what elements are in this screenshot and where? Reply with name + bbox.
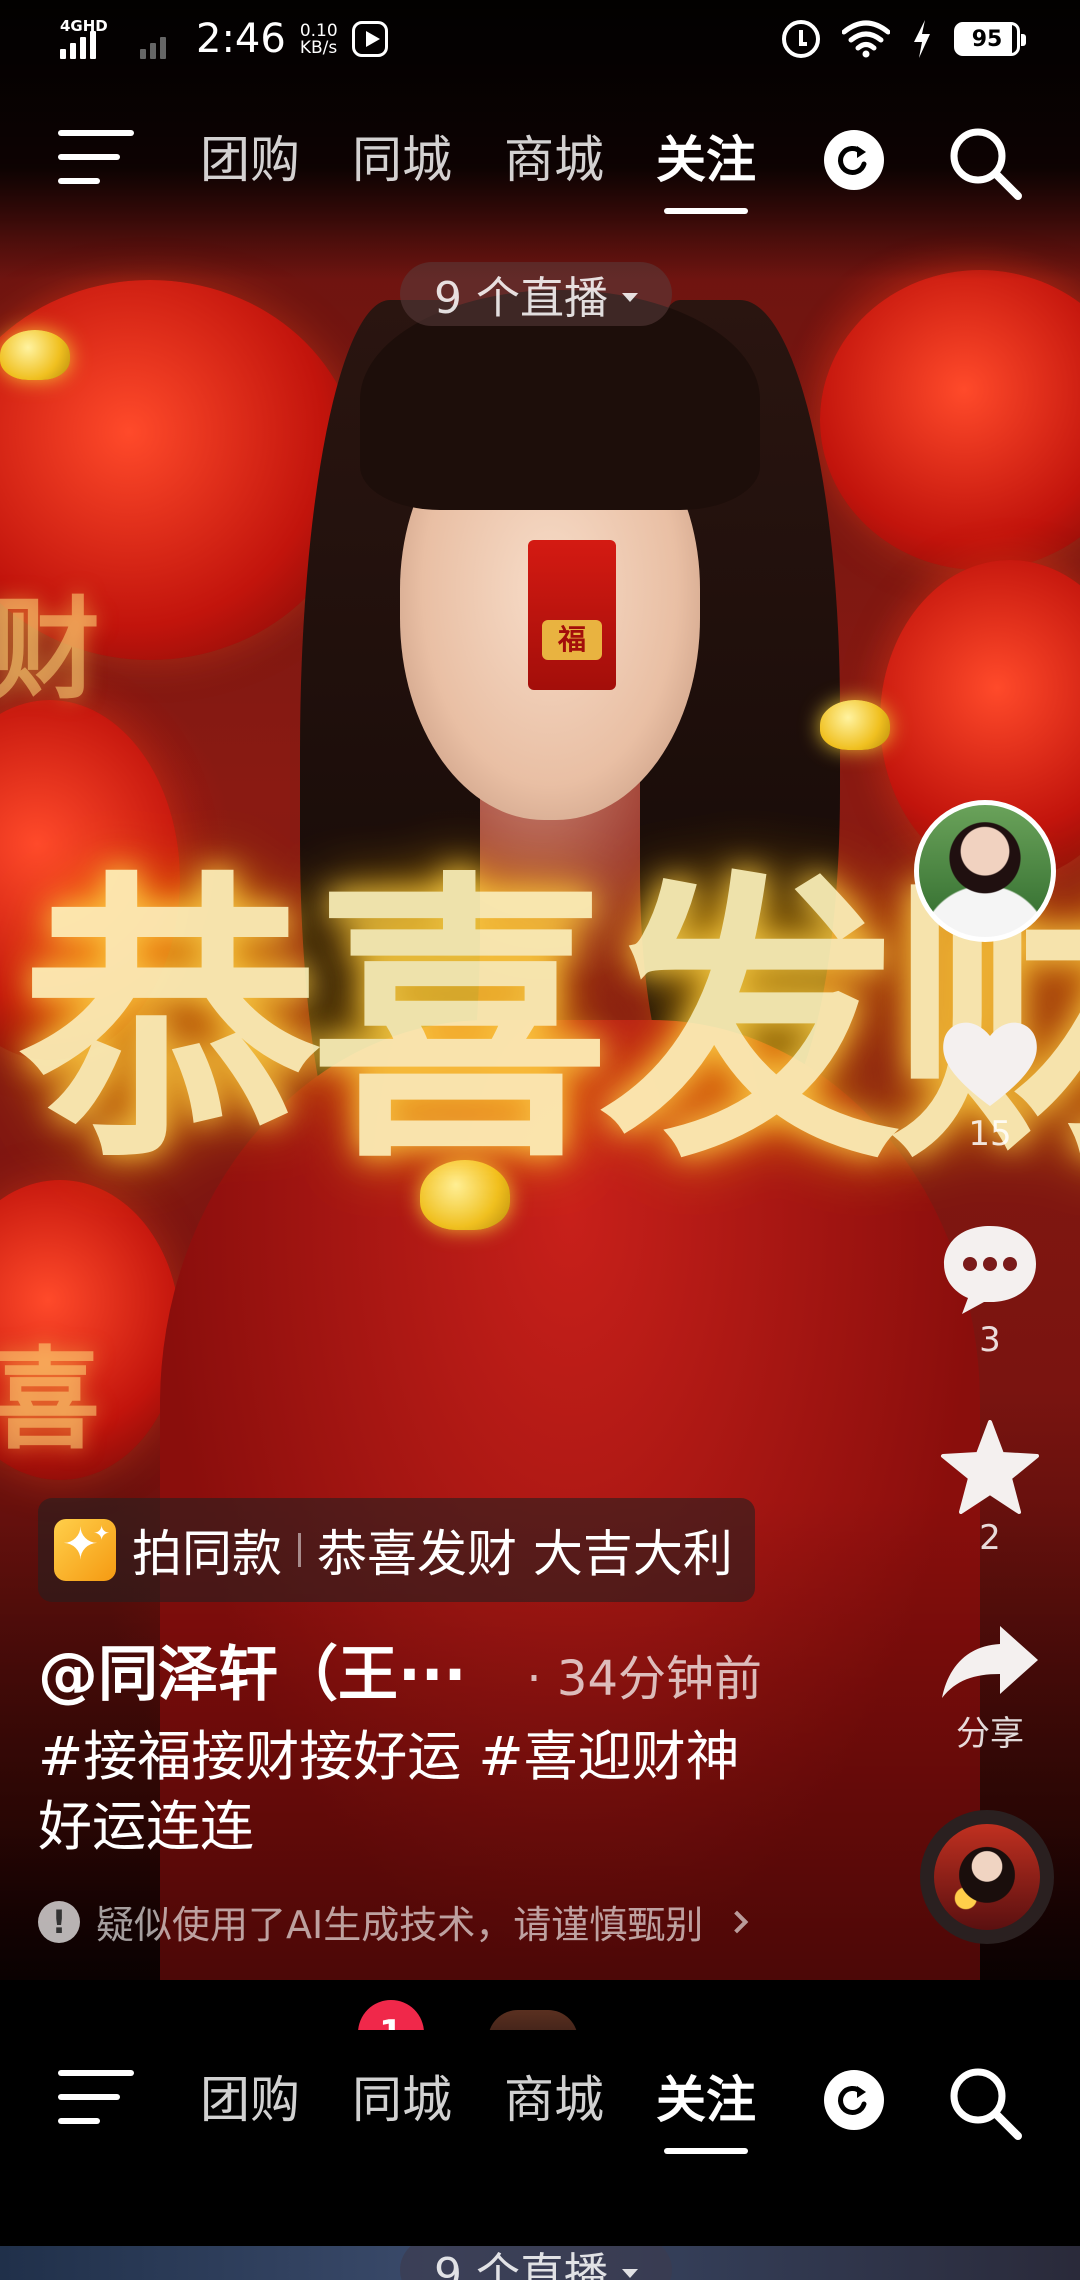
tab-group-buy[interactable]: 团购: [200, 2060, 300, 2154]
share-arrow-icon: [942, 1626, 1038, 1698]
charging-icon: [914, 20, 930, 58]
tab-nearby[interactable]: 同城: [352, 2060, 452, 2154]
refresh-icon[interactable]: [824, 130, 884, 190]
heart-icon: [943, 1022, 1037, 1106]
menu-icon[interactable]: [58, 130, 134, 186]
ai-warning-text: 疑似使用了AI生成技术，请谨慎甄别: [96, 1903, 704, 1947]
clock: 2:46: [196, 16, 286, 62]
author-row: @同泽轩（王··· · 34分钟前: [38, 1626, 818, 1713]
tab-mall[interactable]: 商城: [504, 120, 604, 214]
dropdown-caret-icon: [621, 2268, 638, 2278]
template-name: 恭喜发财 大吉大利: [317, 1525, 733, 1583]
nav-tabs: 团购 同城 商城 关注: [200, 120, 756, 214]
tab-mall[interactable]: 商城: [504, 2060, 604, 2154]
menu-icon[interactable]: [58, 2070, 134, 2126]
favorite-count: 2: [979, 1518, 1001, 1558]
same-style-label: 拍同款: [132, 1525, 282, 1583]
comment-icon: [944, 1226, 1036, 1314]
cell-signal-2-icon: [140, 17, 176, 61]
tab-following[interactable]: 关注: [656, 120, 756, 214]
background-glyph: 喜: [0, 1335, 100, 1464]
cell-signal-icon: 4GHD: [60, 17, 126, 61]
favorite-button[interactable]: 2: [930, 1420, 1050, 1558]
next-video-preview[interactable]: 9 个直播: [0, 2246, 1080, 2280]
status-bar: 4GHD 2:46 0.10 KB/s 95: [0, 0, 1080, 80]
author-avatar[interactable]: [914, 800, 1056, 942]
bottom-preview-panel: 团购 同城 商城 关注: [0, 2030, 1080, 2280]
alarm-icon: [782, 20, 820, 58]
lantern-decoration: [820, 270, 1080, 570]
gold-ingot-icon: [820, 700, 890, 750]
refresh-icon[interactable]: [824, 2070, 884, 2130]
live-streams-label: 9 个直播: [434, 2249, 608, 2280]
sparkle-icon: [54, 1519, 116, 1581]
live-streams-pill[interactable]: 9 个直播: [400, 262, 672, 326]
warning-icon: !: [38, 1900, 80, 1943]
same-style-chip[interactable]: 拍同款 恭喜发财 大吉大利: [38, 1498, 755, 1602]
description-line: 好运连连: [38, 1795, 254, 1858]
comment-button[interactable]: 3: [930, 1222, 1050, 1360]
divider: [298, 1533, 301, 1567]
tab-group-buy[interactable]: 团购: [200, 120, 300, 214]
ai-warning[interactable]: ! 疑似使用了AI生成技术，请谨慎甄别: [38, 1894, 749, 1949]
chevron-right-icon: [725, 1910, 749, 1933]
description-line: #接福接财接好运 #喜迎财神: [38, 1725, 740, 1788]
dropdown-caret-icon: [621, 292, 638, 302]
like-button[interactable]: 15: [930, 1018, 1050, 1154]
red-packet-icon: [528, 540, 616, 690]
background-glyph: 财: [0, 585, 100, 714]
video-description[interactable]: #接福接财接好运 #喜迎财神 好运连连: [38, 1722, 828, 1862]
author-name[interactable]: @同泽轩（王···: [38, 1626, 466, 1713]
like-count: 15: [968, 1114, 1012, 1154]
top-nav: 团购 同城 商城 关注: [0, 90, 1080, 220]
comment-count: 3: [979, 1320, 1001, 1360]
network-speed: 0.10 KB/s: [299, 21, 338, 58]
gold-ingot-icon: [0, 330, 70, 380]
share-label: 分享: [956, 1714, 1024, 1754]
tab-nearby[interactable]: 同城: [352, 120, 452, 214]
live-streams-label: 9 个直播: [434, 273, 608, 324]
top-nav-preview: 团购 同城 商城 关注: [0, 2030, 1080, 2160]
nav-tabs: 团购 同城 商城 关注: [200, 2060, 756, 2154]
tab-following[interactable]: 关注: [656, 2060, 756, 2154]
post-time: · 34分钟前: [526, 1651, 762, 1707]
media-play-icon: [351, 21, 388, 57]
battery-indicator: 95: [954, 22, 1026, 56]
search-icon[interactable]: [944, 2062, 1026, 2144]
star-icon: [941, 1420, 1039, 1514]
music-disc[interactable]: [920, 1810, 1054, 1944]
wifi-icon: [842, 20, 890, 58]
share-button[interactable]: 分享: [930, 1622, 1050, 1755]
live-streams-pill[interactable]: 9 个直播: [400, 2246, 672, 2280]
search-icon[interactable]: [944, 122, 1026, 204]
